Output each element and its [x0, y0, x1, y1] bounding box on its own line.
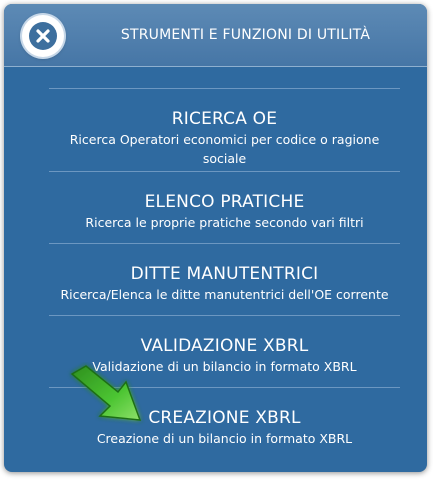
menu-item-description: Ricerca Operatori economici per codice o… [69, 132, 380, 166]
menu-item-title: VALIDAZIONE XBRL [140, 336, 309, 356]
menu-item-ditte-manutentrici[interactable]: DITTE MANUTENTRICI Ricerca/Elenca le dit… [49, 244, 400, 315]
menu-item-description: Creazione di un bilancio in formato XBRL [96, 431, 353, 446]
menu-item-title: DITTE MANUTENTRICI [130, 264, 319, 284]
menu-item-description: Ricerca le proprie pratiche secondo vari… [85, 215, 364, 230]
panel-header: STRUMENTI E FUNZIONI DI UTILITÀ [4, 4, 427, 67]
menu-item-description: Ricerca/Elenca le ditte manutentrici del… [60, 287, 389, 302]
close-button[interactable] [22, 15, 64, 57]
green-arrow-icon [70, 365, 142, 421]
panel-title: STRUMENTI E FUNZIONI DI UTILITÀ [120, 27, 371, 43]
menu-item-elenco-pratiche[interactable]: ELENCO PRATICHE Ricerca le proprie prati… [49, 172, 400, 243]
menu-item-title: ELENCO PRATICHE [144, 192, 305, 212]
close-icon [29, 22, 57, 50]
menu-item-title: RICERCA OE [171, 109, 278, 129]
menu-item-ricerca-oe[interactable]: RICERCA OE Ricerca Operatori economici p… [49, 89, 400, 171]
tools-panel: STRUMENTI E FUNZIONI DI UTILITÀ RICERCA … [4, 4, 427, 472]
